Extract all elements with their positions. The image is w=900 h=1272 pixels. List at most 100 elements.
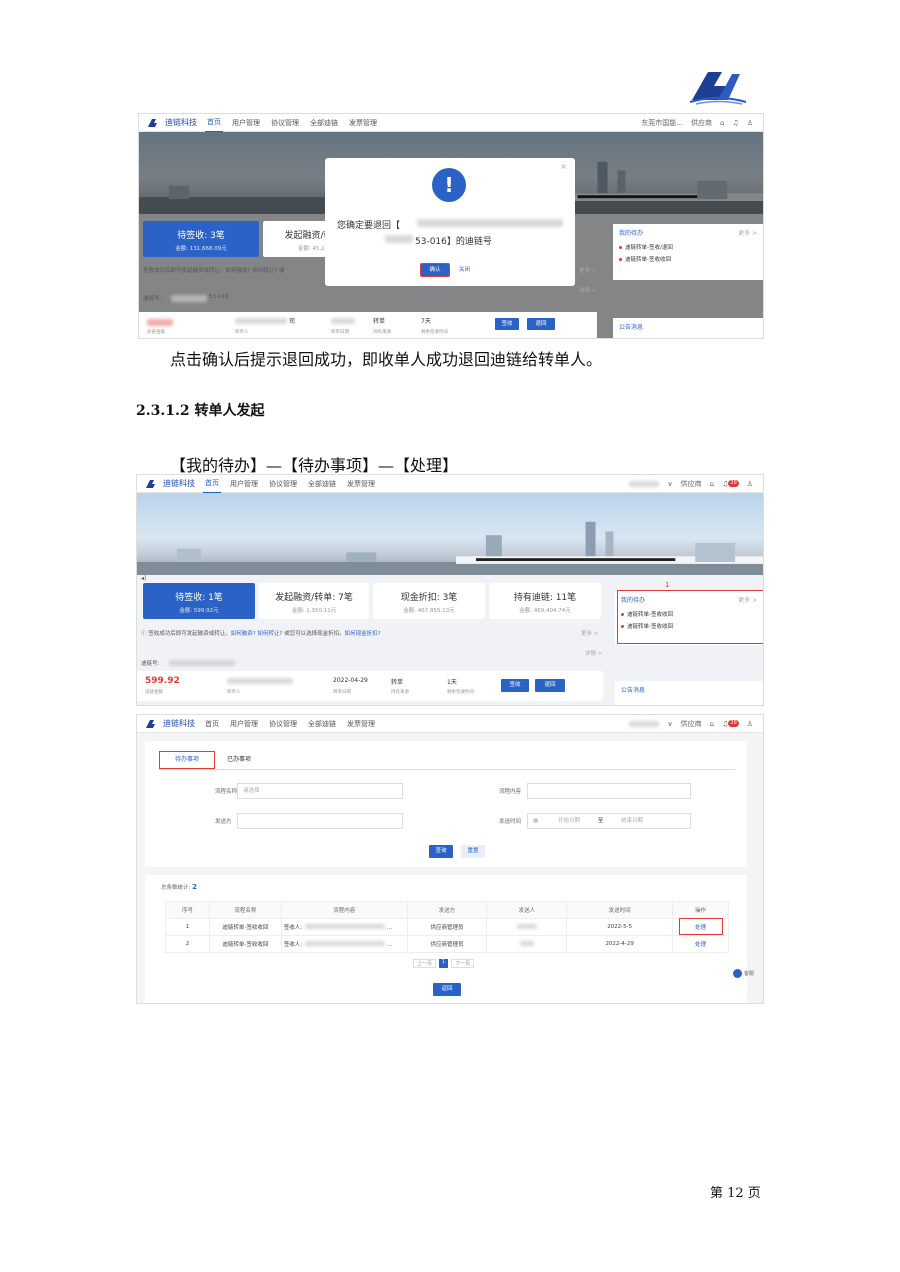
tip-link-discount[interactable]: 如何现金折扣?: [345, 631, 381, 637]
cell-no: 1: [165, 918, 210, 936]
nav-invoices[interactable]: 发票管理: [345, 475, 377, 493]
nav-agreements[interactable]: 协议管理: [269, 114, 301, 132]
next-page[interactable]: 下一页: [451, 959, 475, 968]
home-icon[interactable]: ⌂: [710, 480, 714, 488]
customer-service[interactable]: 客服: [733, 969, 754, 978]
screenshot-homepage-todo: 迪链科技 首页 用户管理 协议管理 全部迪链 发票管理 ∨ 供应商 ⌂ ♫ 20 …: [136, 474, 764, 706]
user-role[interactable]: 供应商: [681, 719, 702, 729]
more-link[interactable]: 更多 >: [581, 629, 598, 637]
nav-home[interactable]: 首页: [203, 715, 221, 733]
cell-sender: 供应商管理员: [406, 935, 488, 953]
table-row: 2 迪链转单-签收收回 签收人: ... 供应商管理员 2022-4-29 处理: [165, 935, 729, 953]
stat-pending-sign[interactable]: 待签收: 3笔 金额: 131,668.09元: [143, 221, 259, 257]
page-1[interactable]: 1: [439, 959, 449, 968]
user-icon[interactable]: ♙: [747, 119, 753, 127]
process-content-input[interactable]: [527, 783, 691, 799]
nav-all-chains[interactable]: 全部迪链: [306, 715, 338, 733]
date-range-input[interactable]: ▦ 开始日期 至 结束日期: [527, 813, 691, 829]
nav-users[interactable]: 用户管理: [228, 715, 260, 733]
close-icon[interactable]: ×: [560, 162, 567, 171]
company-suffix: 司: [289, 318, 296, 325]
sign-button[interactable]: 签收: [501, 679, 529, 692]
stat-title: 持有迪链: 11笔: [513, 593, 577, 603]
notice-panel: 公告消息: [613, 318, 763, 338]
company-label: 转单人: [227, 690, 241, 695]
nav-users[interactable]: 用户管理: [228, 475, 260, 493]
return-button[interactable]: 退回: [535, 679, 565, 692]
process-link[interactable]: 处理: [695, 942, 706, 948]
nav-home[interactable]: 首页: [205, 114, 223, 133]
nav-home[interactable]: 首页: [203, 475, 221, 494]
detail-link[interactable]: 详情 >: [579, 286, 596, 294]
query-button[interactable]: 查询: [429, 845, 453, 858]
stat-financing[interactable]: 发起融资/转单: 7笔 金额: 1,350.11元: [259, 583, 369, 619]
nav-users[interactable]: 用户管理: [230, 114, 262, 132]
stat-holding[interactable]: 持有迪链: 11笔 金额: 469,404.74元: [489, 583, 601, 619]
tip-links[interactable]: 如何融资? 如何转让?: [231, 631, 283, 637]
user-role[interactable]: 供应商: [681, 479, 702, 489]
brand[interactable]: 迪链科技: [147, 117, 197, 128]
cancel-button[interactable]: 关闭: [459, 265, 470, 273]
nav-agreements[interactable]: 协议管理: [267, 475, 299, 493]
home-icon[interactable]: ⌂: [710, 720, 714, 728]
redacted-chain-id: [385, 235, 413, 243]
chain-number-label: 迪链号:: [141, 661, 160, 667]
nav-invoices[interactable]: 发票管理: [347, 114, 379, 132]
cell-op: 处理: [672, 935, 729, 953]
prev-page[interactable]: 上一页: [413, 959, 437, 968]
bell-icon[interactable]: ♫: [732, 119, 738, 127]
back-button[interactable]: 返回: [433, 983, 461, 996]
user-icon[interactable]: ♙: [747, 480, 753, 488]
nav-all-chains[interactable]: 全部迪链: [308, 114, 340, 132]
user-icon[interactable]: ♙: [747, 720, 753, 728]
more-link[interactable]: 更多 >: [579, 266, 596, 274]
top-navbar: 迪链科技 首页 用户管理 协议管理 全部迪链 发票管理 ∨ 供应商 ⌂ ♫ 20 …: [137, 715, 763, 733]
user-company[interactable]: 东莞市国能...: [641, 118, 683, 128]
range-to: 至: [597, 818, 604, 824]
reset-button[interactable]: 重置: [461, 845, 485, 858]
cell-time: 2022-4-29: [566, 935, 674, 953]
bell-icon[interactable]: ♫ 20: [722, 719, 739, 728]
todo-item[interactable]: 迪链转单-签收/退回: [613, 241, 763, 253]
pagination: 上一页 1 下一页: [413, 959, 475, 968]
sign-button[interactable]: 签收: [495, 318, 519, 330]
return-button[interactable]: 退回: [527, 318, 555, 330]
brand[interactable]: 迪链科技: [145, 718, 195, 729]
confirm-dialog: × ! 您确定要退回【 53-016】的迪链号 确认 关闭: [325, 158, 575, 286]
col-sender-person: 发送人: [486, 901, 568, 919]
home-icon[interactable]: ⌂: [720, 119, 724, 127]
step-marker: 1: [665, 581, 670, 589]
process-name-select[interactable]: 请选择: [237, 783, 403, 799]
chevron-down-icon[interactable]: ∨: [667, 480, 672, 488]
user-role[interactable]: 供应商: [691, 118, 712, 128]
stat-pending-sign[interactable]: 待签收: 1笔 金额: 599.92元: [143, 583, 255, 619]
todo-more[interactable]: 更多 >: [738, 228, 757, 237]
chevron-down-icon[interactable]: ∨: [667, 720, 672, 728]
bell-icon[interactable]: ♫ 20: [722, 479, 739, 488]
nav-agreements[interactable]: 协议管理: [267, 715, 299, 733]
tab-done[interactable]: 已办事项: [227, 754, 251, 763]
redacted-company: [235, 318, 287, 324]
tip-b: 或您可以选择现金折扣。: [284, 631, 345, 637]
brand-logo-icon: [148, 118, 157, 127]
sender-input[interactable]: [237, 813, 403, 829]
cell-name: 迪链转单-签收收回: [208, 935, 282, 953]
todo-item[interactable]: 迪链转单-签收收回: [613, 253, 763, 265]
stat-amount: 金额: 131,668.09元: [175, 246, 227, 252]
highlight-todo-panel: [617, 590, 763, 644]
nav-all-chains[interactable]: 全部迪链: [306, 475, 338, 493]
speaker-icon[interactable]: ◂): [141, 575, 146, 582]
chain-label: 迪链号:: [143, 296, 162, 302]
brand[interactable]: 迪链科技: [145, 478, 195, 489]
notification-badge: 20: [728, 719, 739, 727]
detail-link[interactable]: 详情 >: [585, 649, 602, 657]
process-name-label: 流程名称: [215, 789, 238, 795]
stat-amount: 金额: 599.92元: [179, 608, 219, 614]
stat-cash-discount[interactable]: 现金折扣: 3笔 金额: 467,855.13元: [373, 583, 485, 619]
nav-invoices[interactable]: 发票管理: [345, 715, 377, 733]
confirm-button[interactable]: 确认: [420, 263, 450, 277]
redacted-amount: [147, 319, 173, 326]
content-prefix: 签收人:: [283, 925, 303, 931]
source-type: 转单: [391, 679, 404, 686]
chain-row: 599.92 迪链金额 转单人 2022-04-29 转单日期 转单 持有来源 …: [137, 671, 603, 701]
